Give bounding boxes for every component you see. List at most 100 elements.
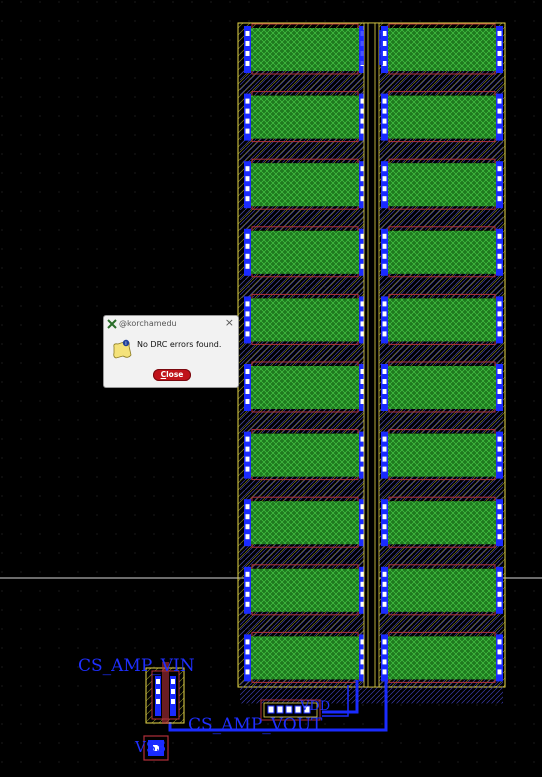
via [382, 186, 387, 192]
via [382, 669, 387, 675]
via [382, 389, 387, 394]
active-hatch [248, 501, 362, 545]
via [245, 524, 250, 530]
via [245, 369, 250, 374]
via [497, 301, 502, 307]
via [245, 649, 250, 655]
via [497, 253, 502, 259]
via [497, 331, 502, 337]
via [382, 331, 387, 337]
via [245, 436, 250, 442]
via [245, 301, 250, 307]
via [382, 233, 387, 239]
via [382, 514, 387, 520]
via [497, 466, 502, 472]
via [497, 534, 502, 540]
via [497, 456, 502, 462]
active-hatch [248, 298, 362, 342]
active-hatch [248, 28, 362, 71]
active-hatch [385, 636, 499, 680]
via [245, 466, 250, 472]
via [245, 659, 250, 665]
via [497, 369, 502, 374]
via [382, 41, 387, 46]
via [382, 446, 387, 452]
via [245, 186, 250, 192]
via [382, 379, 387, 384]
via [382, 31, 387, 36]
via [497, 243, 502, 249]
center-bus [363, 22, 380, 688]
via [382, 311, 387, 317]
via [382, 176, 387, 182]
via [497, 379, 502, 384]
via [497, 571, 502, 577]
via [382, 591, 387, 597]
active-hatch [385, 28, 499, 71]
label-cs-amp-vout: CS_AMP_VOUT [188, 715, 323, 735]
via [497, 118, 502, 124]
via [382, 649, 387, 655]
via [497, 639, 502, 645]
via [497, 659, 502, 665]
via [382, 399, 387, 404]
dialog-message: No DRC errors found. [137, 340, 222, 349]
via [245, 639, 250, 645]
info-scroll-icon: i [113, 339, 132, 359]
via [497, 128, 502, 134]
via [245, 61, 250, 66]
label-vss: VSS [135, 738, 167, 756]
via [245, 253, 250, 259]
via [497, 601, 502, 607]
via [497, 321, 502, 327]
via [245, 571, 250, 577]
via [245, 196, 250, 202]
via [245, 446, 250, 452]
via [382, 524, 387, 530]
active-hatch [248, 366, 362, 409]
via [245, 504, 250, 510]
via [245, 243, 250, 249]
via [245, 233, 250, 239]
via [497, 514, 502, 520]
via [245, 263, 250, 269]
via [245, 534, 250, 540]
via [497, 98, 502, 104]
via [497, 108, 502, 114]
active-hatch [248, 163, 362, 207]
via [382, 571, 387, 577]
via [497, 51, 502, 56]
via [382, 601, 387, 607]
active-hatch [248, 568, 362, 612]
via [245, 456, 250, 462]
via [245, 51, 250, 56]
via [382, 196, 387, 202]
via [497, 196, 502, 202]
close-button[interactable]: Close [153, 369, 191, 381]
via [382, 98, 387, 104]
via [497, 669, 502, 675]
via [382, 166, 387, 172]
active-hatch [385, 95, 499, 139]
via [245, 581, 250, 587]
via [245, 41, 250, 46]
dialog-title: @korchamedu [119, 319, 177, 328]
via [245, 166, 250, 172]
via [245, 389, 250, 394]
via [497, 233, 502, 239]
via [497, 176, 502, 182]
via [497, 166, 502, 172]
via [382, 466, 387, 472]
via [497, 61, 502, 66]
via [245, 601, 250, 607]
via [497, 399, 502, 404]
close-icon[interactable]: × [225, 317, 234, 329]
via [497, 186, 502, 192]
via [245, 98, 250, 104]
active-hatch [385, 230, 499, 274]
via [245, 176, 250, 182]
via [245, 321, 250, 327]
via [382, 108, 387, 114]
via [382, 128, 387, 134]
via [497, 31, 502, 36]
